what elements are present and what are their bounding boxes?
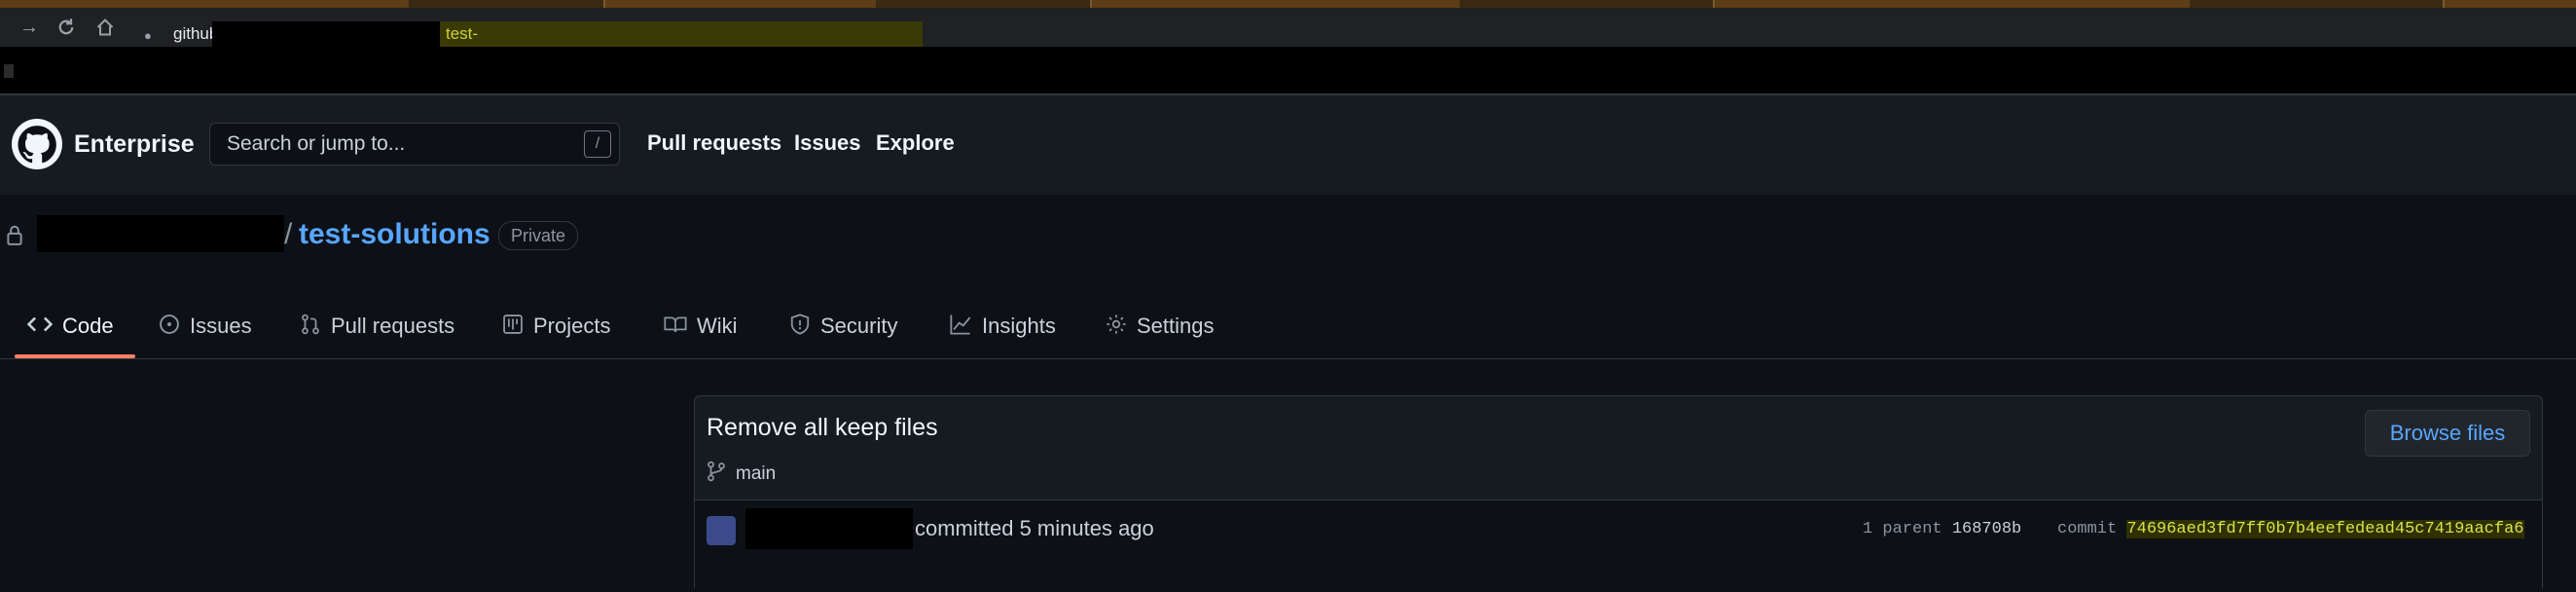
commit-meta-bar: committed 5 minutes ago 1 parent 168708b… bbox=[695, 500, 2542, 592]
redacted-banner bbox=[0, 47, 2576, 93]
code-icon bbox=[26, 314, 54, 340]
tab-wiki[interactable]: Wiki bbox=[664, 314, 738, 340]
search-placeholder: Search or jump to... bbox=[227, 132, 406, 155]
shield-icon bbox=[789, 314, 811, 341]
tab-label: Insights bbox=[982, 314, 1056, 338]
tab-label: Security bbox=[820, 314, 898, 338]
nav-issues[interactable]: Issues bbox=[794, 130, 861, 156]
browser-tab[interactable] bbox=[2190, 0, 2445, 8]
graph-icon bbox=[949, 314, 972, 341]
tab-label: Projects bbox=[533, 314, 611, 338]
committed-time: committed 5 minutes ago bbox=[915, 516, 1154, 540]
redacted-block bbox=[4, 64, 14, 78]
tab-settings[interactable]: Settings bbox=[1106, 314, 1215, 341]
nav-explore[interactable]: Explore bbox=[876, 130, 955, 156]
branch-name: main bbox=[736, 463, 777, 485]
tab-pull-requests[interactable]: Pull requests bbox=[300, 314, 454, 341]
commit-title: Remove all keep files bbox=[707, 414, 938, 441]
tab-code[interactable]: Code bbox=[26, 314, 114, 340]
lock-icon bbox=[6, 224, 23, 250]
browser-tab[interactable] bbox=[876, 0, 1092, 8]
author-redacted[interactable] bbox=[745, 508, 913, 549]
active-tab-indicator bbox=[15, 354, 135, 358]
repo-name-link[interactable]: test-solutions bbox=[299, 218, 490, 251]
repo-tabs: Code Issues Pull requests Projects Wiki … bbox=[0, 292, 1265, 358]
project-icon bbox=[502, 314, 524, 341]
search-input[interactable]: Search or jump to... / bbox=[209, 123, 620, 166]
repo-header: / test-solutions Private Code Issues Pul… bbox=[0, 195, 2576, 359]
tab-insights[interactable]: Insights bbox=[949, 314, 1056, 341]
tab-label: Code bbox=[62, 314, 114, 338]
tab-label: Wiki bbox=[697, 314, 738, 338]
tab-projects[interactable]: Projects bbox=[502, 314, 610, 341]
tab-issues[interactable]: Issues bbox=[159, 314, 252, 341]
brand-label[interactable]: Enterprise bbox=[74, 130, 195, 159]
commit-sha: 74696aed3fd7ff0b7b4eefedead45c7419aacfa6 bbox=[2126, 520, 2524, 538]
branch-icon bbox=[707, 461, 726, 488]
avatar[interactable] bbox=[707, 516, 736, 545]
pull-request-icon bbox=[300, 314, 321, 341]
tab-security[interactable]: Security bbox=[789, 314, 897, 341]
parent-label: 1 parent bbox=[1863, 520, 1942, 538]
gear-icon bbox=[1106, 314, 1127, 341]
browser-tab[interactable] bbox=[409, 0, 605, 8]
tab-label: Settings bbox=[1137, 314, 1215, 338]
address-bar[interactable]: ● github. test-solutions/commit/74696aed… bbox=[134, 21, 923, 72]
forward-icon[interactable]: → bbox=[19, 18, 39, 37]
reload-icon[interactable] bbox=[56, 18, 76, 41]
browser-tab[interactable] bbox=[1460, 0, 1715, 8]
github-header: Enterprise Search or jump to... / Pull r… bbox=[0, 93, 2576, 197]
parent-sha-link[interactable]: 168708b bbox=[1952, 520, 2021, 538]
lock-icon: ● bbox=[144, 28, 152, 43]
github-logo-icon[interactable] bbox=[12, 119, 62, 169]
repo-owner-redacted[interactable] bbox=[37, 215, 284, 252]
home-icon[interactable] bbox=[95, 18, 115, 41]
browse-files-button[interactable]: Browse files bbox=[2365, 410, 2530, 457]
tab-label: Pull requests bbox=[331, 314, 455, 338]
commit-sha-info: commit 74696aed3fd7ff0b7b4eefedead45c741… bbox=[2057, 520, 2524, 538]
issue-icon bbox=[159, 314, 180, 341]
commit-card: Remove all keep files main Browse files … bbox=[694, 395, 2543, 592]
book-icon bbox=[664, 314, 687, 340]
visibility-badge: Private bbox=[498, 221, 579, 250]
nav-pull-requests[interactable]: Pull requests bbox=[647, 130, 781, 156]
browser-tab-strip bbox=[0, 0, 2576, 8]
browser-toolbar: → ● github. test-solutions/commit/74696a… bbox=[0, 8, 2576, 72]
commit-branch[interactable]: main bbox=[707, 461, 776, 488]
tab-label: Issues bbox=[190, 314, 252, 338]
search-shortcut-key: / bbox=[584, 130, 611, 158]
parent-info: 1 parent 168708b bbox=[1863, 520, 2021, 538]
commit-label: commit bbox=[2057, 520, 2118, 538]
repo-path-separator: / bbox=[284, 218, 293, 250]
